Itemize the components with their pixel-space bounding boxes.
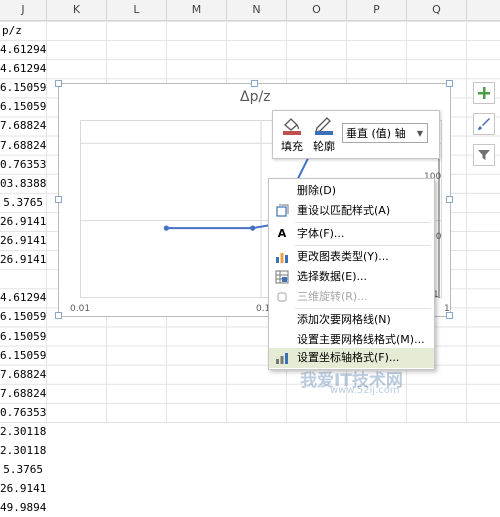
resize-handle[interactable] bbox=[55, 80, 62, 87]
menu-item-label: 三维旋转(R)... bbox=[297, 290, 368, 303]
menu-item-label: 选择数据(E)... bbox=[297, 270, 368, 283]
data-cell[interactable]: 0.76353 bbox=[0, 155, 46, 174]
data-point[interactable] bbox=[250, 225, 256, 231]
chart-elements-button[interactable] bbox=[473, 82, 495, 104]
menu-item-add-minor-gridlines[interactable]: 添加次要网格线(N) bbox=[269, 310, 434, 330]
menu-separator bbox=[295, 308, 431, 309]
data-cell[interactable]: 5.3765 bbox=[0, 193, 46, 212]
data-cell[interactable]: 26.9141 bbox=[0, 231, 46, 250]
font-icon: A bbox=[277, 227, 287, 240]
menu-item-label: 设置主要网格线格式(M)... bbox=[297, 333, 425, 346]
data-cell[interactable]: 6.15059 bbox=[0, 307, 46, 326]
data-point[interactable] bbox=[163, 225, 169, 231]
menu-item-delete[interactable]: 删除(D) bbox=[269, 181, 434, 201]
column-header-k[interactable]: K bbox=[47, 0, 107, 20]
menu-separator bbox=[295, 222, 431, 223]
format-mini-toolbar: 填充 轮廓 垂直 (值) 轴 ▼ bbox=[272, 110, 440, 159]
grid-line bbox=[466, 21, 467, 423]
chart-type-icon bbox=[275, 250, 289, 264]
column-header-cell[interactable]: p/z bbox=[0, 21, 46, 40]
column-header-n[interactable]: N bbox=[227, 0, 287, 20]
resize-handle[interactable] bbox=[251, 80, 258, 87]
column-header-row: J K L M N O P Q bbox=[0, 0, 500, 21]
chevron-down-icon: ▼ bbox=[416, 129, 423, 138]
outline-button[interactable]: 轮廓 bbox=[309, 115, 339, 154]
fill-button[interactable]: 填充 bbox=[277, 115, 307, 154]
chart-title[interactable]: Δp/z bbox=[240, 89, 271, 105]
data-cell[interactable]: 03.8388 bbox=[0, 174, 46, 193]
data-cell[interactable]: 6.15059 bbox=[0, 327, 46, 346]
data-cell[interactable]: 6.15059 bbox=[0, 97, 46, 116]
data-cell[interactable]: 6.15059 bbox=[0, 346, 46, 365]
menu-item-select-data[interactable]: 选择数据(E)... bbox=[269, 267, 434, 287]
resize-handle[interactable] bbox=[55, 312, 62, 319]
column-header-o[interactable]: O bbox=[287, 0, 347, 20]
menu-item-change-chart-type[interactable]: 更改图表类型(Y)... bbox=[269, 247, 434, 267]
reset-style-icon bbox=[275, 204, 289, 218]
outline-label: 轮廓 bbox=[313, 140, 335, 153]
menu-item-3d-rotation[interactable]: 三维旋转(R)... bbox=[269, 287, 434, 307]
column-header-q[interactable]: Q bbox=[407, 0, 467, 20]
data-cell[interactable]: 49.9894 bbox=[0, 498, 46, 517]
filter-icon bbox=[478, 150, 490, 160]
column-header-j[interactable]: J bbox=[0, 0, 47, 20]
data-cell[interactable]: 7.68824 bbox=[0, 116, 46, 135]
data-cell[interactable]: 7.68824 bbox=[0, 384, 46, 403]
resize-handle[interactable] bbox=[55, 196, 62, 203]
column-header-p[interactable]: P bbox=[347, 0, 407, 20]
menu-item-label: 更改图表类型(Y)... bbox=[297, 250, 389, 263]
menu-item-label: 设置坐标轴格式(F)... bbox=[297, 351, 400, 364]
data-cell[interactable]: 6.15059 bbox=[0, 78, 46, 97]
resize-handle[interactable] bbox=[446, 196, 453, 203]
data-cell[interactable]: 4.61294 bbox=[0, 288, 46, 307]
chart-styles-button[interactable] bbox=[473, 113, 495, 135]
watermark-url: www.52ij.com bbox=[330, 385, 400, 396]
data-cell[interactable]: 4.61294 bbox=[0, 40, 46, 59]
menu-item-reset-style[interactable]: 重设以匹配样式(A) bbox=[269, 201, 434, 221]
data-cell[interactable] bbox=[0, 269, 46, 288]
x-tick-label: 1 bbox=[444, 304, 450, 314]
data-cell[interactable]: 5.3765 bbox=[0, 460, 46, 479]
data-cell[interactable]: 26.9141 bbox=[0, 250, 46, 269]
menu-item-label: 添加次要网格线(N) bbox=[297, 313, 391, 326]
menu-item-label: 字体(F)... bbox=[297, 227, 345, 240]
chart-element-select[interactable]: 垂直 (值) 轴 ▼ bbox=[342, 123, 428, 143]
resize-handle[interactable] bbox=[446, 80, 453, 87]
data-cell[interactable]: 26.9141 bbox=[0, 212, 46, 231]
plus-icon bbox=[478, 87, 490, 99]
chart-element-value: 垂直 (值) 轴 bbox=[346, 127, 406, 140]
menu-item-format-major-gridlines[interactable]: 设置主要网格线格式(M)... bbox=[269, 330, 434, 350]
data-cell[interactable]: 26.9141 bbox=[0, 479, 46, 498]
select-data-icon bbox=[275, 270, 289, 284]
chart-filters-button[interactable] bbox=[473, 144, 495, 166]
menu-item-label: 删除(D) bbox=[297, 184, 337, 197]
data-cell[interactable]: 7.68824 bbox=[0, 365, 46, 384]
data-cell[interactable]: 2.30118 bbox=[0, 441, 46, 460]
menu-item-format-axis[interactable]: 设置坐标轴格式(F)... bbox=[269, 348, 434, 368]
data-cell[interactable]: 4.61294 bbox=[0, 59, 46, 78]
column-j-cells: p/z 4.61294 4.61294 6.15059 6.15059 7.68824 7.… bbox=[0, 21, 46, 517]
data-cell[interactable]: 7.68824 bbox=[0, 136, 46, 155]
rotation-icon bbox=[275, 290, 289, 304]
data-cell[interactable]: 2.30118 bbox=[0, 422, 46, 441]
menu-separator bbox=[295, 245, 431, 246]
grid-line bbox=[46, 21, 47, 423]
format-axis-icon bbox=[275, 351, 289, 365]
data-cell[interactable]: 0.76353 bbox=[0, 403, 46, 422]
pen-outline-icon bbox=[315, 117, 333, 135]
menu-item-label: 重设以匹配样式(A) bbox=[297, 204, 391, 217]
x-tick-label: 0.01 bbox=[70, 304, 91, 314]
context-menu: 删除(D) 重设以匹配样式(A) A 字体(F)... 更改图表类型(Y)...… bbox=[268, 178, 435, 370]
column-header-m[interactable]: M bbox=[167, 0, 227, 20]
brush-icon bbox=[478, 118, 490, 130]
column-header-l[interactable]: L bbox=[107, 0, 167, 20]
paint-bucket-icon bbox=[283, 118, 301, 135]
menu-item-font[interactable]: A 字体(F)... bbox=[269, 224, 434, 244]
fill-label: 填充 bbox=[281, 140, 303, 153]
